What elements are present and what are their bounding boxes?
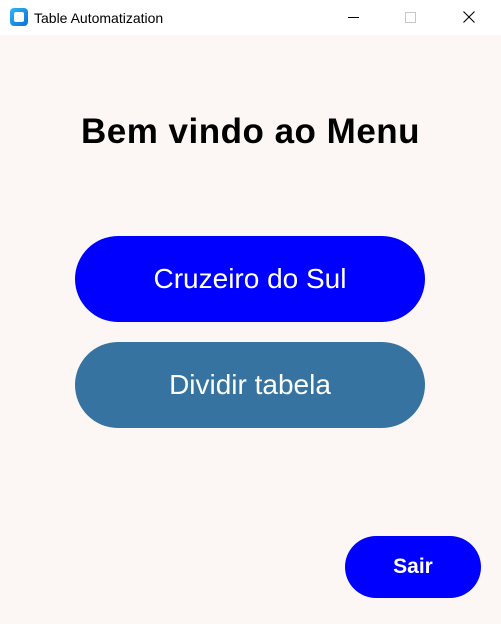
cruzeiro-do-sul-button[interactable]: Cruzeiro do Sul xyxy=(75,236,425,322)
title-bar[interactable]: Table Automatization xyxy=(0,0,501,35)
maximize-icon[interactable] xyxy=(388,0,434,35)
sair-button[interactable]: Sair xyxy=(345,536,481,598)
minimize-icon[interactable] xyxy=(330,0,376,35)
page-title: Bem vindo ao Menu xyxy=(80,112,421,151)
close-icon[interactable] xyxy=(446,0,492,35)
app-icon xyxy=(10,8,28,26)
window-title: Table Automatization xyxy=(34,10,164,26)
app-window: Table Automatization Bem vindo ao Menu C… xyxy=(0,0,501,624)
dividir-tabela-button[interactable]: Dividir tabela xyxy=(75,342,425,428)
